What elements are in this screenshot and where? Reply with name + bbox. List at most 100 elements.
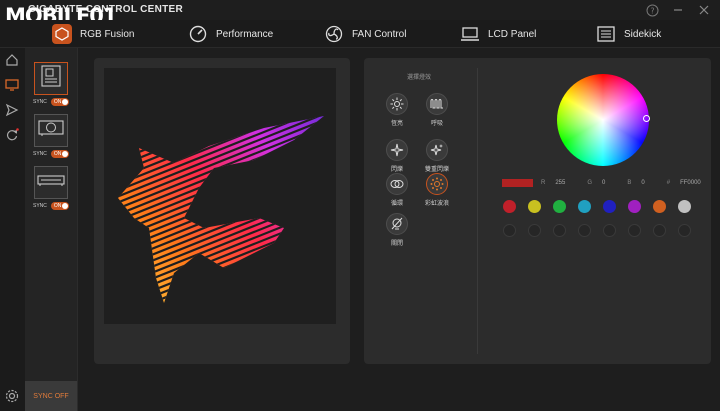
effect-breathing[interactable]: 呼吸	[420, 93, 454, 127]
color-wheel-cursor[interactable]	[643, 115, 650, 122]
device-list: SYNC ON SYNC ON SYNC ON	[25, 48, 78, 411]
custom-color-slot[interactable]	[653, 224, 666, 237]
preset-color-swatch[interactable]	[628, 200, 641, 213]
g-label: G	[587, 180, 593, 186]
sync-label: SYNC	[33, 151, 47, 157]
r-label: R	[541, 180, 546, 186]
list-window-icon	[596, 24, 616, 44]
double-sparkle-icon	[426, 139, 448, 161]
sync-label: SYNC	[33, 99, 47, 105]
tab-performance[interactable]: Performance	[188, 20, 273, 48]
graphics-card-icon	[38, 119, 64, 142]
effect-double-flash[interactable]: 雙重閃爍	[420, 139, 454, 173]
tab-rgb-fusion[interactable]: RGB Fusion	[52, 20, 134, 48]
rgb-preview	[104, 68, 336, 324]
custom-color-slot[interactable]	[503, 224, 516, 237]
monitor-icon[interactable]	[4, 77, 20, 93]
gear-icon[interactable]	[4, 388, 20, 404]
svg-text:?: ?	[650, 6, 654, 15]
home-icon[interactable]	[4, 52, 20, 68]
lighting-settings-panel: 選擇燈效 恆亮 呼吸 閃爍 雙重閃爍 循環 彩虹波浪 關閉 R 255 G 0 …	[364, 58, 711, 364]
tab-label: Sidekick	[624, 28, 662, 40]
preset-color-swatch[interactable]	[553, 200, 566, 213]
b-value[interactable]: 0	[641, 180, 644, 186]
send-icon[interactable]	[4, 102, 20, 118]
cycle-icon	[386, 173, 408, 195]
hex-value[interactable]: FF0000	[680, 180, 701, 186]
effect-label: 恆亮	[390, 121, 403, 127]
rgb-fusion-icon	[52, 24, 72, 44]
sync-toggle[interactable]: ON	[50, 150, 69, 158]
effect-off[interactable]: 關閉	[380, 213, 414, 247]
close-icon[interactable]	[696, 2, 712, 18]
speedometer-icon	[188, 24, 208, 44]
custom-color-slot[interactable]	[553, 224, 566, 237]
laptop-icon	[460, 24, 480, 44]
color-wheel[interactable]	[557, 74, 649, 166]
device-memory-module[interactable]	[34, 166, 68, 199]
sync-off-button[interactable]: SYNC OFF	[25, 381, 77, 411]
preset-color-swatch[interactable]	[528, 200, 541, 213]
color-values: R 255 G 0 B 0 # FF0000	[502, 178, 701, 188]
sun-icon	[386, 93, 408, 115]
effect-cycle[interactable]: 循環	[380, 173, 414, 207]
effect-flash[interactable]: 閃爍	[380, 139, 414, 173]
effect-label: 循環	[390, 201, 403, 207]
custom-color-slot[interactable]	[578, 224, 591, 237]
device-graphics-card[interactable]	[34, 114, 68, 147]
minimize-icon[interactable]	[670, 2, 686, 18]
preset-color-swatch[interactable]	[678, 200, 691, 213]
aorus-eagle-logo	[118, 116, 324, 303]
tab-label: Performance	[216, 28, 274, 40]
tab-label: LCD Panel	[488, 28, 537, 40]
fan-icon	[324, 24, 344, 44]
custom-color-slot[interactable]	[628, 224, 641, 237]
current-color-swatch	[502, 179, 533, 187]
custom-color-slot[interactable]	[678, 224, 691, 237]
sync-toggle-row: SYNC ON	[33, 150, 69, 158]
tab-label: RGB Fusion	[80, 28, 135, 40]
effect-static[interactable]: 恆亮	[380, 93, 414, 127]
effect-label: 呼吸	[430, 121, 443, 127]
effect-label: 關閉	[390, 241, 403, 247]
preset-color-swatch[interactable]	[503, 200, 516, 213]
sync-label: SYNC	[33, 203, 47, 209]
wave-icon	[426, 93, 448, 115]
tab-sidekick[interactable]: Sidekick	[596, 20, 661, 48]
preset-color-swatch[interactable]	[578, 200, 591, 213]
nav-rail	[0, 48, 25, 411]
custom-color-slot[interactable]	[603, 224, 616, 237]
motherboard-icon	[40, 64, 62, 93]
help-icon[interactable]: ?	[644, 2, 660, 18]
off-icon	[386, 213, 408, 235]
panel-divider	[477, 68, 478, 354]
hex-label: #	[666, 180, 671, 186]
rainbow-wave-icon	[426, 173, 448, 195]
preset-color-swatch[interactable]	[603, 200, 616, 213]
window-controls: ?	[644, 2, 712, 18]
preview-panel	[94, 58, 350, 364]
preset-color-swatch[interactable]	[653, 200, 666, 213]
effects-title: 選擇燈效	[406, 75, 431, 81]
tab-lcd-panel[interactable]: LCD Panel	[460, 20, 536, 48]
top-tab-bar: RGB Fusion Performance FAN Control LCD P…	[0, 20, 720, 48]
sparkle-icon	[386, 139, 408, 161]
preset-colors	[503, 200, 692, 237]
effect-label: 彩虹波浪	[424, 201, 449, 207]
sync-toggle[interactable]: ON	[50, 98, 69, 106]
g-value[interactable]: 0	[602, 180, 605, 186]
effect-rainbow-wave[interactable]: 彩虹波浪	[420, 173, 454, 207]
title-bar: GIGABYTE CONTROL CENTER MOBILE01 ?	[0, 0, 720, 28]
effect-label: 閃爍	[390, 167, 403, 173]
sync-toggle[interactable]: ON	[50, 202, 69, 210]
sync-toggle-row: SYNC ON	[33, 98, 69, 106]
custom-color-slot[interactable]	[528, 224, 541, 237]
r-value[interactable]: 255	[555, 180, 565, 186]
refresh-icon[interactable]	[4, 127, 20, 143]
effect-label: 雙重閃爍	[424, 167, 449, 173]
sync-toggle-row: SYNC ON	[33, 202, 69, 210]
device-motherboard[interactable]	[34, 62, 68, 95]
tab-label: FAN Control	[352, 28, 407, 40]
tab-fan-control[interactable]: FAN Control	[324, 20, 406, 48]
memory-module-icon	[37, 172, 65, 193]
